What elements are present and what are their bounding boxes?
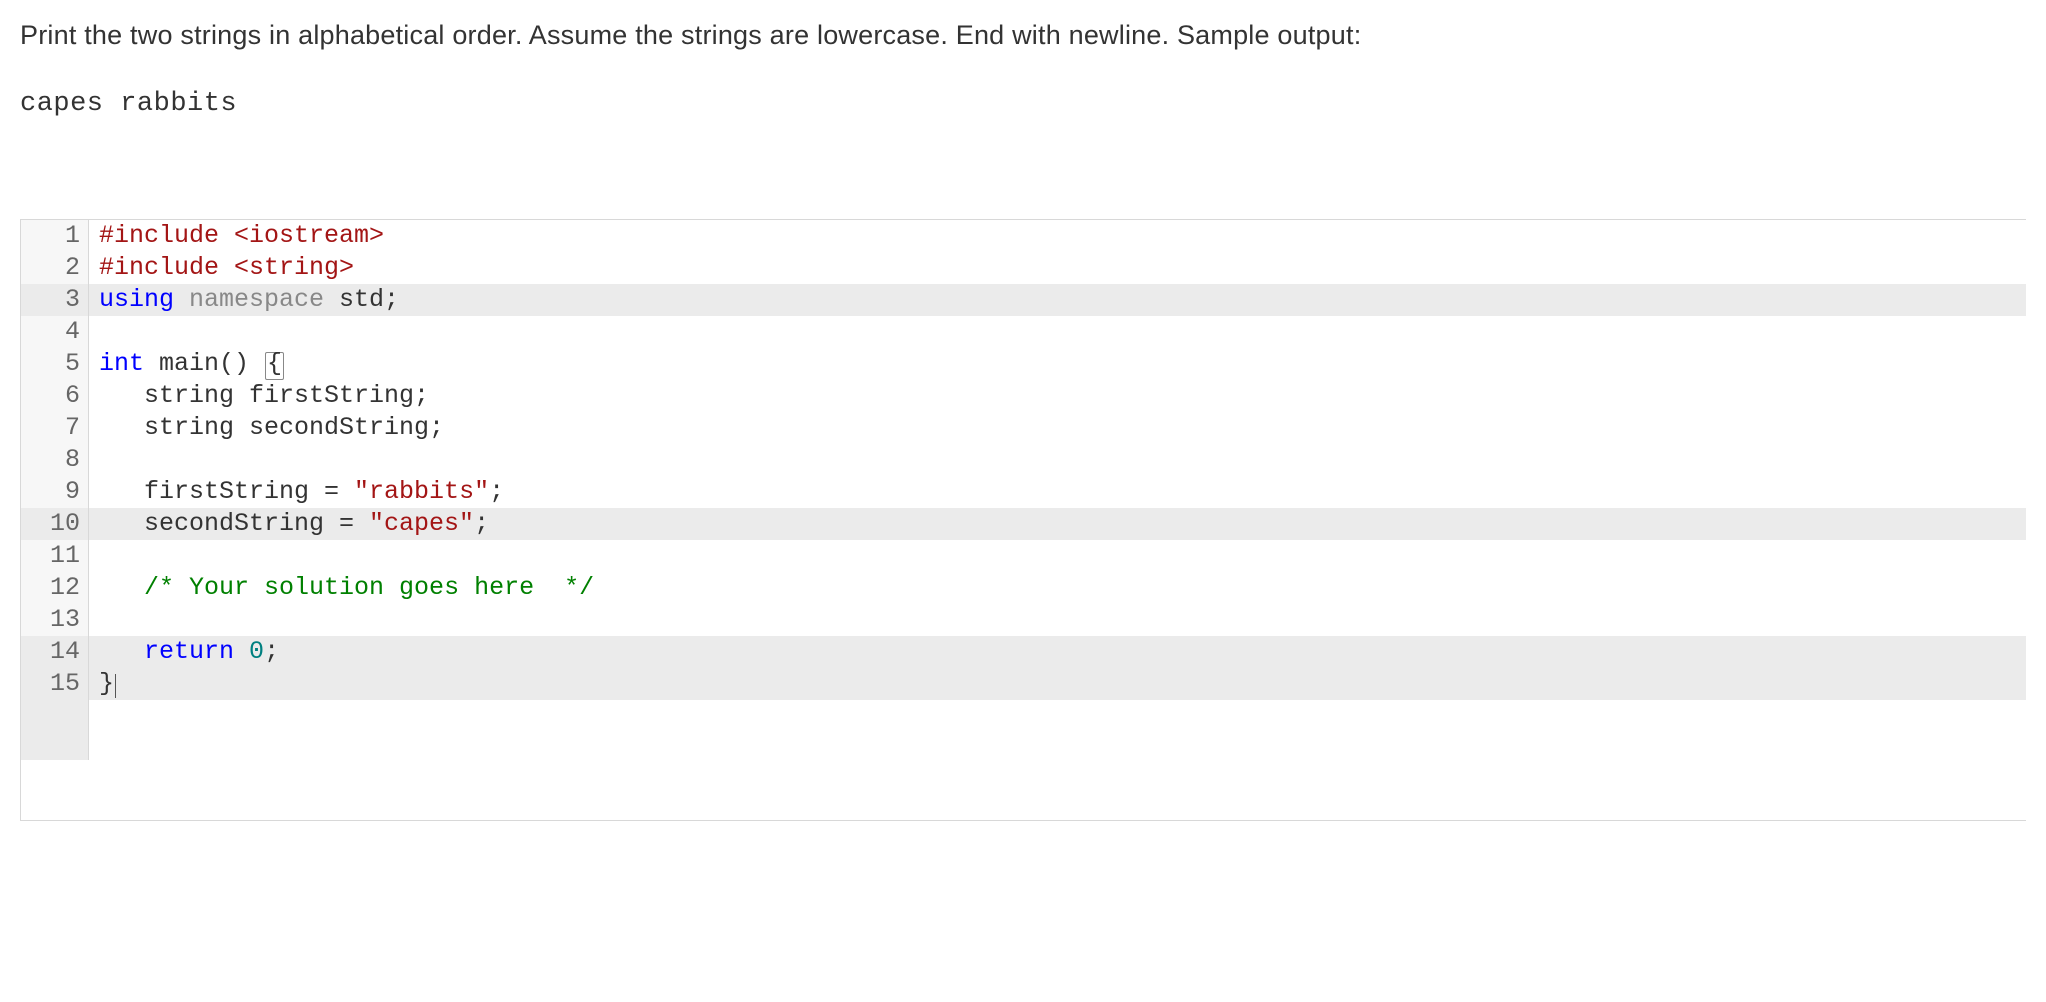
code-token: ; [489,477,504,506]
line-number: 13 [21,604,89,636]
sample-output: capes rabbits [20,89,2026,119]
code-line[interactable]: 8 [21,444,2026,476]
line-number: 7 [21,412,89,444]
code-token: string firstString; [99,381,429,410]
code-content[interactable]: /* Your solution goes here */ [89,572,2026,604]
code-line[interactable]: 1#include <iostream> [21,220,2026,252]
code-line[interactable]: 5int main() { [21,348,2026,380]
code-content[interactable]: secondString = "capes"; [89,508,2026,540]
text-cursor [115,674,116,698]
line-number: 5 [21,348,89,380]
code-content[interactable] [89,444,2026,476]
code-token: string secondString; [99,413,444,442]
code-line[interactable]: 3using namespace std; [21,284,2026,316]
code-token: { [265,352,284,380]
code-line[interactable]: 13 [21,604,2026,636]
code-token [99,573,144,602]
code-line[interactable]: 15} [21,668,2026,700]
code-content[interactable]: using namespace std; [89,284,2026,316]
code-token: <iostream> [234,221,384,250]
code-line[interactable]: 7 string secondString; [21,412,2026,444]
line-number: 9 [21,476,89,508]
line-number: 6 [21,380,89,412]
code-token: namespace [189,285,339,314]
code-content[interactable]: firstString = "rabbits"; [89,476,2026,508]
code-line[interactable]: 6 string firstString; [21,380,2026,412]
line-number: 2 [21,252,89,284]
code-editor[interactable]: 1#include <iostream>2#include <string>3u… [20,219,2026,821]
code-content[interactable]: #include <string> [89,252,2026,284]
code-line[interactable]: 14 return 0; [21,636,2026,668]
code-content[interactable] [89,604,2026,636]
code-token: int [99,349,159,378]
code-token: firstString = [99,477,354,506]
code-token: #include [99,253,234,282]
code-token: std; [339,285,399,314]
gutter-tail [21,700,89,760]
code-content[interactable] [89,316,2026,348]
problem-prompt: Print the two strings in alphabetical or… [20,20,2026,51]
code-line[interactable]: 12 /* Your solution goes here */ [21,572,2026,604]
code-token: /* Your solution goes here */ [144,573,594,602]
code-token: using [99,285,189,314]
line-number: 8 [21,444,89,476]
code-content[interactable] [89,540,2026,572]
line-number: 4 [21,316,89,348]
line-number: 1 [21,220,89,252]
code-content[interactable]: int main() { [89,348,2026,380]
code-content[interactable]: string firstString; [89,380,2026,412]
code-token: } [99,669,114,698]
code-token: "capes" [369,509,474,538]
line-number: 11 [21,540,89,572]
code-token: return [144,637,249,666]
code-token: main() [159,349,264,378]
code-token: ; [474,509,489,538]
code-line[interactable]: 10 secondString = "capes"; [21,508,2026,540]
code-token [99,637,144,666]
line-number: 14 [21,636,89,668]
line-number: 12 [21,572,89,604]
code-content[interactable]: } [89,668,2026,700]
code-token: secondString = [99,509,369,538]
code-token: <string> [234,253,354,282]
code-token: "rabbits" [354,477,489,506]
code-content[interactable]: string secondString; [89,412,2026,444]
code-line[interactable]: 11 [21,540,2026,572]
code-content[interactable]: #include <iostream> [89,220,2026,252]
code-token: 0 [249,637,264,666]
line-number: 10 [21,508,89,540]
code-line[interactable]: 4 [21,316,2026,348]
code-token: ; [264,637,279,666]
line-number: 15 [21,668,89,700]
code-line[interactable]: 2#include <string> [21,252,2026,284]
code-line[interactable]: 9 firstString = "rabbits"; [21,476,2026,508]
line-number: 3 [21,284,89,316]
code-content[interactable]: return 0; [89,636,2026,668]
code-token: #include [99,221,234,250]
